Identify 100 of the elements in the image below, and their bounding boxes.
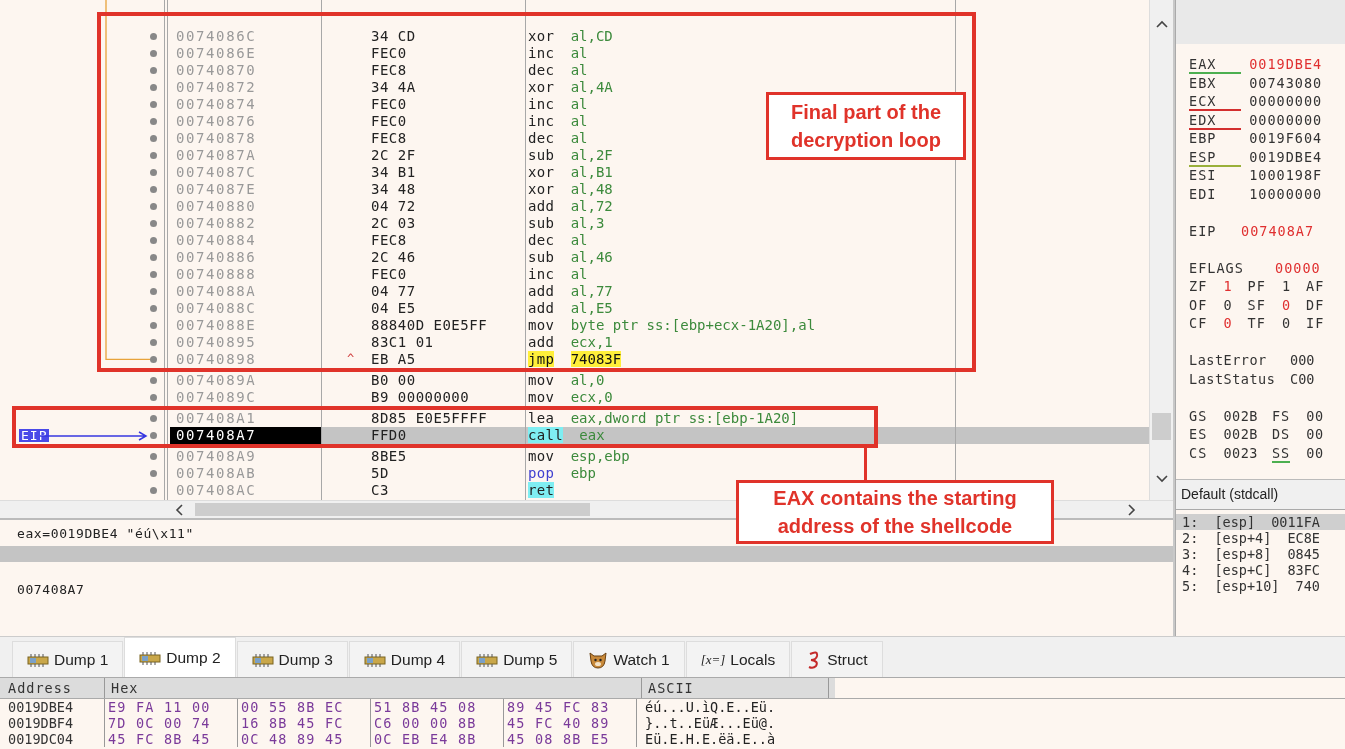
segment-name: DS — [1271, 427, 1291, 442]
breakpoint-dot[interactable] — [150, 186, 157, 193]
breakpoint-dot[interactable] — [150, 415, 157, 422]
tab[interactable]: Struct — [791, 641, 883, 677]
scroll-right-icon[interactable] — [1128, 504, 1136, 516]
breakpoint-dot[interactable] — [150, 487, 157, 494]
segment-value[interactable]: 0023 — [1223, 444, 1258, 461]
operands: al,4A — [570, 79, 613, 95]
register-value[interactable]: 00000 — [1275, 259, 1321, 276]
memory-chip-icon — [139, 650, 162, 665]
address-cell: 0074087A — [176, 147, 257, 164]
breakpoint-dot[interactable] — [150, 220, 157, 227]
address-cell-text: 0019DC04 — [7, 731, 75, 747]
flag-name: PF — [1247, 278, 1266, 294]
breakpoint-dot[interactable] — [150, 135, 157, 142]
breakpoint-dot[interactable] — [150, 67, 157, 74]
register-value[interactable]: 10000000 — [1249, 185, 1323, 202]
address-cell: 00740895 — [176, 334, 257, 351]
breakpoint-dot[interactable] — [150, 453, 157, 460]
mnemonic: call — [528, 427, 563, 443]
column-header[interactable]: ASCII — [641, 678, 829, 698]
scroll-thumb[interactable] — [1152, 413, 1171, 440]
address-cell: 0074088E — [176, 317, 257, 334]
breakpoint-dot[interactable] — [150, 356, 157, 363]
segment-value[interactable]: 00 — [1306, 444, 1324, 461]
breakpoint-dot[interactable] — [150, 432, 157, 439]
breakpoint-dot[interactable] — [150, 394, 157, 401]
tab[interactable]: Watch 1 — [573, 641, 685, 677]
column-header[interactable]: Hex — [104, 678, 641, 698]
status-value[interactable]: 000 — [1290, 352, 1315, 368]
register-value[interactable]: 0019F604 — [1249, 130, 1323, 146]
tab[interactable]: [x=] Locals — [685, 641, 791, 677]
stack-argument-row[interactable]: 5: [esp+10] 740 — [1176, 578, 1345, 594]
register-value[interactable]: 007408A7 — [1241, 222, 1315, 239]
tab[interactable]: Dump 2 — [124, 637, 236, 677]
stack-argument-row[interactable]: 4: [esp+C] 83FC — [1176, 562, 1345, 578]
bytes-cell: 2C 2F — [371, 147, 416, 163]
breakpoint-dot[interactable] — [150, 322, 157, 329]
flag-value[interactable]: 0 — [1281, 296, 1291, 313]
segment-value[interactable]: 00 — [1306, 426, 1324, 442]
register-value[interactable]: 00743080 — [1249, 74, 1323, 91]
register-value[interactable]: 0019DBE4 — [1249, 148, 1323, 165]
breakpoint-dot[interactable] — [150, 101, 157, 108]
segment-value[interactable]: 002B — [1223, 426, 1258, 442]
breakpoint-dot[interactable] — [150, 288, 157, 295]
callout-tooltip: Final part of the decryption loop — [766, 92, 966, 160]
segment-value[interactable]: 002B — [1223, 407, 1258, 424]
breakpoint-dot[interactable] — [150, 237, 157, 244]
argument-ref: [esp+8] — [1214, 546, 1272, 562]
register-name: EBX — [1189, 75, 1218, 91]
breakpoint-dot[interactable] — [150, 84, 157, 91]
breakpoint-dot[interactable] — [150, 169, 157, 176]
register-value[interactable]: 00000000 — [1249, 111, 1323, 128]
column-header[interactable]: Address — [0, 678, 104, 698]
breakpoint-dot[interactable] — [150, 470, 157, 477]
bytes-cell: 34 4A — [371, 79, 416, 95]
scroll-down-icon[interactable] — [1156, 475, 1168, 483]
register-value[interactable]: 1000198F — [1249, 167, 1323, 183]
mnemonic: ret — [528, 482, 555, 498]
bytes-cell: 5D — [371, 465, 389, 481]
breakpoint-dot[interactable] — [150, 33, 157, 40]
breakpoint-dot[interactable] — [150, 271, 157, 278]
flag-value[interactable]: 1 — [1223, 278, 1232, 294]
flag-value[interactable]: 1 — [1281, 278, 1291, 294]
mnemonic: add — [528, 283, 555, 299]
segment-value[interactable]: 00 — [1306, 407, 1324, 424]
hex-bytes: C6 00 00 8B — [371, 715, 504, 731]
stack-argument-row[interactable]: 1: [esp] 0011FA — [1176, 514, 1345, 530]
flag-value[interactable]: 0 — [1281, 315, 1291, 331]
flag-value[interactable]: 0 — [1223, 296, 1232, 313]
flag-value[interactable]: 0 — [1223, 315, 1232, 331]
breakpoint-dot[interactable] — [150, 377, 157, 384]
stack-argument-row[interactable]: 2: [esp+4] EC8E — [1176, 530, 1345, 546]
breakpoint-dot[interactable] — [150, 152, 157, 159]
breakpoint-dot[interactable] — [150, 339, 157, 346]
mnemonic: mov — [528, 389, 555, 405]
memory-chip-icon — [251, 652, 274, 667]
call-convention-dropdown[interactable]: Default (stdcall) — [1176, 480, 1345, 510]
breakpoint-dot[interactable] — [150, 254, 157, 261]
stack-argument-row[interactable]: 3: [esp+8] 0845 — [1176, 546, 1345, 562]
operands: al,B1 — [570, 164, 613, 180]
tab[interactable]: Dump 3 — [236, 641, 348, 677]
address-cell: 0074089C — [176, 389, 257, 406]
status-value[interactable]: C00 — [1290, 370, 1315, 387]
breakpoint-dot[interactable] — [150, 50, 157, 57]
register-value[interactable]: 0019DBE4 — [1249, 56, 1323, 72]
breakpoint-dot[interactable] — [150, 305, 157, 312]
bytes-cell: FEC0 — [371, 45, 407, 61]
tab[interactable]: Dump 4 — [348, 641, 461, 677]
register-value[interactable]: 00000000 — [1249, 93, 1323, 109]
mnemonic: inc — [528, 45, 555, 61]
breakpoint-dot[interactable] — [150, 203, 157, 210]
scroll-thumb[interactable] — [195, 503, 590, 516]
breakpoint-dot[interactable] — [150, 118, 157, 125]
argument-ref: [esp+4] — [1214, 530, 1272, 546]
tab[interactable]: Dump 5 — [461, 641, 573, 677]
tab[interactable]: Dump 1 — [12, 641, 124, 677]
vertical-scrollbar[interactable] — [1149, 0, 1173, 500]
scroll-left-icon[interactable] — [175, 504, 183, 516]
scroll-up-icon[interactable] — [1156, 20, 1168, 28]
